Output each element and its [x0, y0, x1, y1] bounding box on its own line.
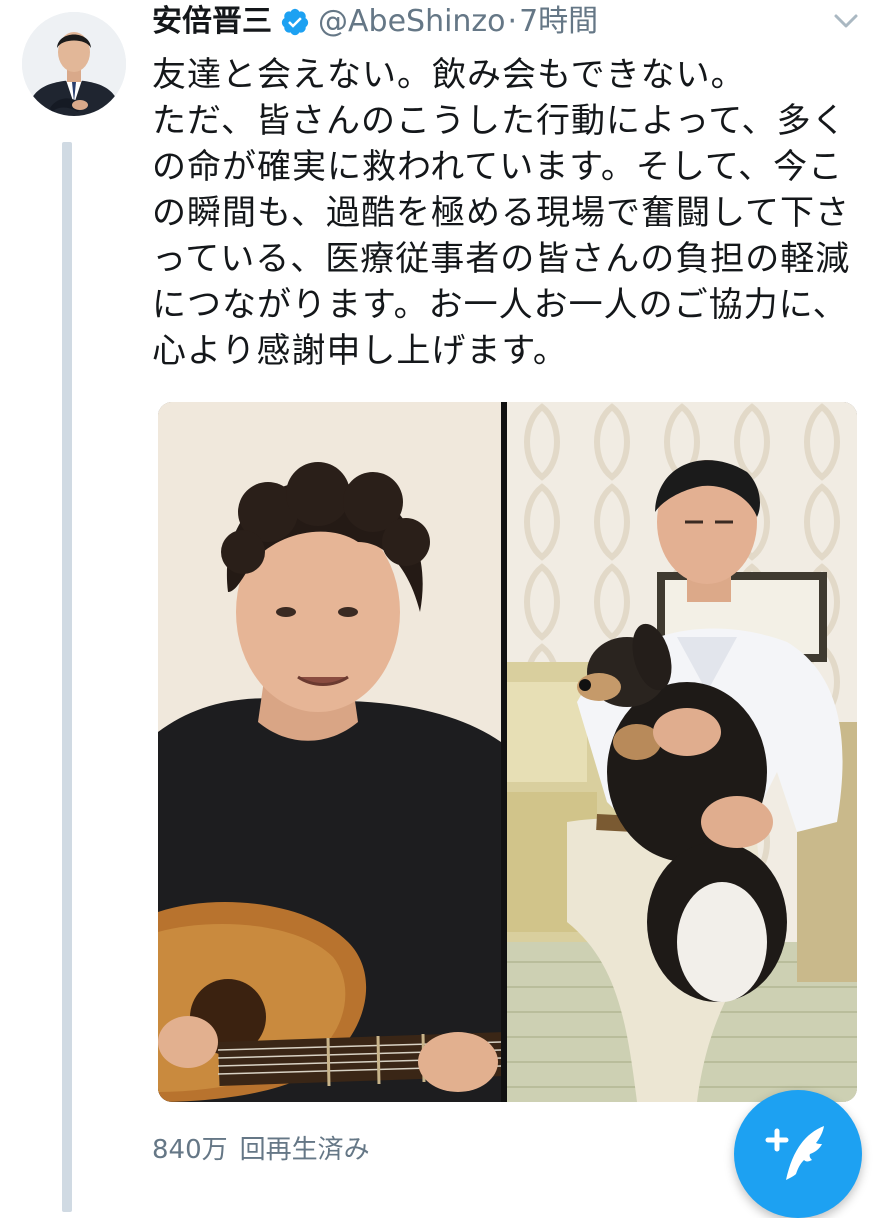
video-view-count: 840万 回再生済み — [152, 1130, 370, 1170]
tweet-text-line: 友達と会えない。飲み会もできない。 — [152, 55, 746, 95]
tweet-text-line: ただ、皆さんのこうした行動によって、多く — [152, 101, 847, 141]
tweet-text: 友達と会えない。飲み会もできない。 ただ、皆さんのこうした行動によって、多く の… — [152, 52, 862, 374]
thread-connector-line — [62, 142, 72, 1212]
tweet-text-line: の瞬間も、過酷を極める現場で奮闘して下さ — [152, 193, 850, 233]
video-panel-left — [158, 402, 501, 1102]
display-name[interactable]: 安倍晋三 — [152, 0, 272, 44]
compose-tweet-button[interactable] — [734, 1090, 862, 1218]
man-with-dog-image — [507, 402, 857, 1102]
video-panel-right — [507, 402, 857, 1102]
avatar[interactable] — [22, 12, 126, 116]
tweet-text-line: の命が確実に救われています。そして、今こ — [152, 147, 844, 187]
tweet-text-line: 心より感謝申し上げます。 — [152, 331, 568, 371]
chevron-down-icon[interactable] — [831, 6, 861, 36]
tweet-timestamp[interactable]: 7時間 — [519, 0, 598, 44]
view-count-number: 840万 — [152, 1135, 228, 1165]
avatar-photo — [22, 12, 126, 116]
meta-separator: · — [507, 4, 518, 39]
tweet-header: 安倍晋三 @AbeShinzo · 7時間 — [152, 0, 598, 44]
view-count-label: 回再生済み — [239, 1135, 370, 1165]
tweet-text-line: っている、医療従事者の皆さんの負担の軽減 — [152, 239, 851, 279]
video-media[interactable] — [158, 402, 857, 1102]
user-handle[interactable]: @AbeShinzo — [318, 0, 506, 44]
guitarist-image — [158, 402, 501, 1102]
compose-tweet-icon — [765, 1126, 824, 1180]
verified-badge-icon — [281, 8, 309, 36]
tweet-text-line: につながります。お一人お一人のご協力に、 — [152, 285, 848, 325]
